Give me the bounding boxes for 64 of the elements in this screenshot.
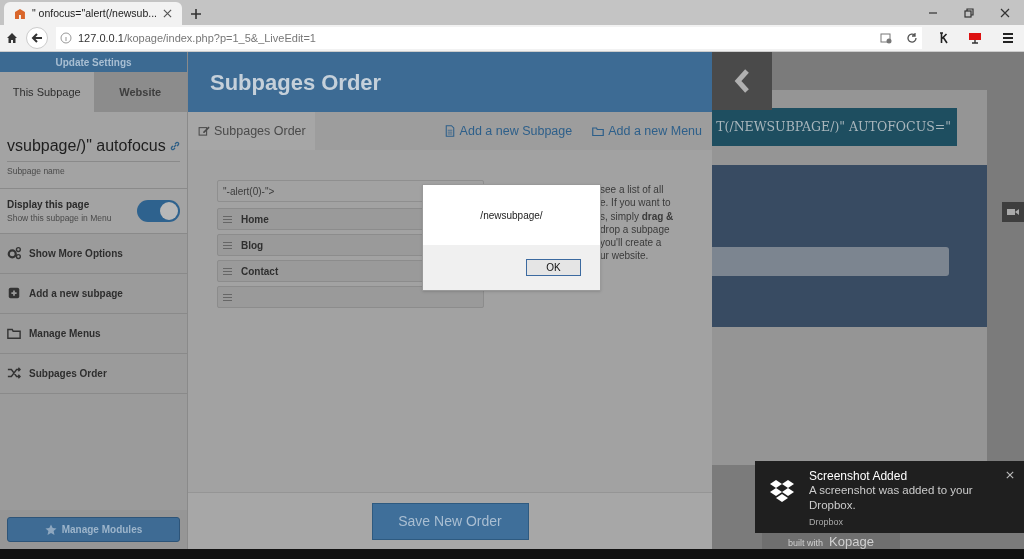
back-arrow-icon xyxy=(31,32,43,44)
help-text: see a list of all xyxy=(600,183,665,197)
chevron-left-icon xyxy=(734,68,750,94)
order-list-item[interactable] xyxy=(217,286,484,308)
notification-source: Dropbox xyxy=(809,516,845,529)
video-camera-icon xyxy=(1007,208,1019,216)
address-field[interactable]: 127.0.0.1/kopage/index.php?p=1_5&_LiveEdit=1 xyxy=(56,27,922,49)
menu-icon[interactable] xyxy=(1002,32,1014,44)
collapse-button[interactable] xyxy=(712,52,772,110)
link-icon xyxy=(170,141,180,151)
close-icon[interactable] xyxy=(1000,7,1010,18)
field-label: Subpage name xyxy=(7,165,66,178)
browser-tab[interactable]: " onfocus="alert(/newsub... xyxy=(4,2,182,25)
help-text: ur website. xyxy=(600,249,650,263)
monitor-extension-icon[interactable] xyxy=(968,32,982,44)
back-button[interactable] xyxy=(26,27,48,49)
folder-icon xyxy=(592,125,605,137)
url-text: 127.0.0.1/kopage/index.php?p=1_5&_LiveEdit=1 xyxy=(78,30,316,46)
folder-icon xyxy=(7,326,21,341)
close-icon[interactable] xyxy=(1006,471,1014,479)
info-icon xyxy=(60,32,72,44)
drag-handle-icon xyxy=(223,293,232,301)
setting-title: Display this page xyxy=(7,197,91,212)
panel-tab[interactable]: Add a new Menu xyxy=(582,112,712,150)
toggle-switch[interactable] xyxy=(137,199,180,222)
star-icon xyxy=(44,523,57,536)
kopage-favicon-icon xyxy=(14,7,26,20)
footer-text: built with xyxy=(788,538,824,548)
sidebar-tab[interactable]: This Subpage xyxy=(0,72,94,112)
close-icon[interactable] xyxy=(163,9,172,18)
k-extension-icon[interactable] xyxy=(938,32,950,44)
gears-icon xyxy=(7,246,21,261)
shuffle-icon xyxy=(7,366,21,381)
reload-icon[interactable] xyxy=(906,32,918,44)
drag-handle-icon xyxy=(223,215,232,223)
new-tab-icon[interactable] xyxy=(190,8,202,20)
home-icon[interactable] xyxy=(6,32,18,44)
footer-logo-text: Kopage xyxy=(829,535,874,548)
drag-handle-icon xyxy=(223,267,232,275)
plus-square-icon xyxy=(7,286,21,301)
edit-icon xyxy=(198,125,210,137)
panel-tab[interactable]: Subpages Order xyxy=(188,112,315,150)
subpage-name-field[interactable]: vsubpage/)" autofocus xyxy=(7,134,180,162)
notification-title: Screenshot Added xyxy=(809,469,909,483)
manage-modules-button[interactable]: Manage Modules xyxy=(7,517,180,542)
setting-description: Show this subpage in Menu xyxy=(7,211,112,225)
help-text: drop a subpage xyxy=(600,222,671,237)
notification-body: A screenshot was added to your Dropbox. xyxy=(809,483,974,513)
dropbox-icon xyxy=(769,479,795,503)
panel-title: Subpages Order xyxy=(210,68,382,97)
restore-icon[interactable] xyxy=(964,7,974,18)
tab-title: " onfocus="alert(/newsub... xyxy=(31,5,157,21)
panel-tab[interactable]: Add a new Subpage xyxy=(433,112,583,150)
drag-handle-icon xyxy=(223,241,232,249)
help-text: s, simply drag & xyxy=(600,209,674,223)
sidebar-header: Update Settings xyxy=(0,52,187,72)
ok-button[interactable]: OK xyxy=(526,259,581,276)
save-order-button[interactable]: Save New Order xyxy=(371,502,529,540)
reader-view-icon[interactable] xyxy=(880,32,892,44)
document-icon xyxy=(443,125,456,137)
sidebar-tab[interactable]: Website xyxy=(93,72,187,112)
video-button[interactable] xyxy=(1002,202,1024,222)
help-text: you'll create a xyxy=(600,236,663,250)
site-title-banner: T(/NEWSUBPAGE/)" AUTOFOCUS=" xyxy=(712,108,957,146)
